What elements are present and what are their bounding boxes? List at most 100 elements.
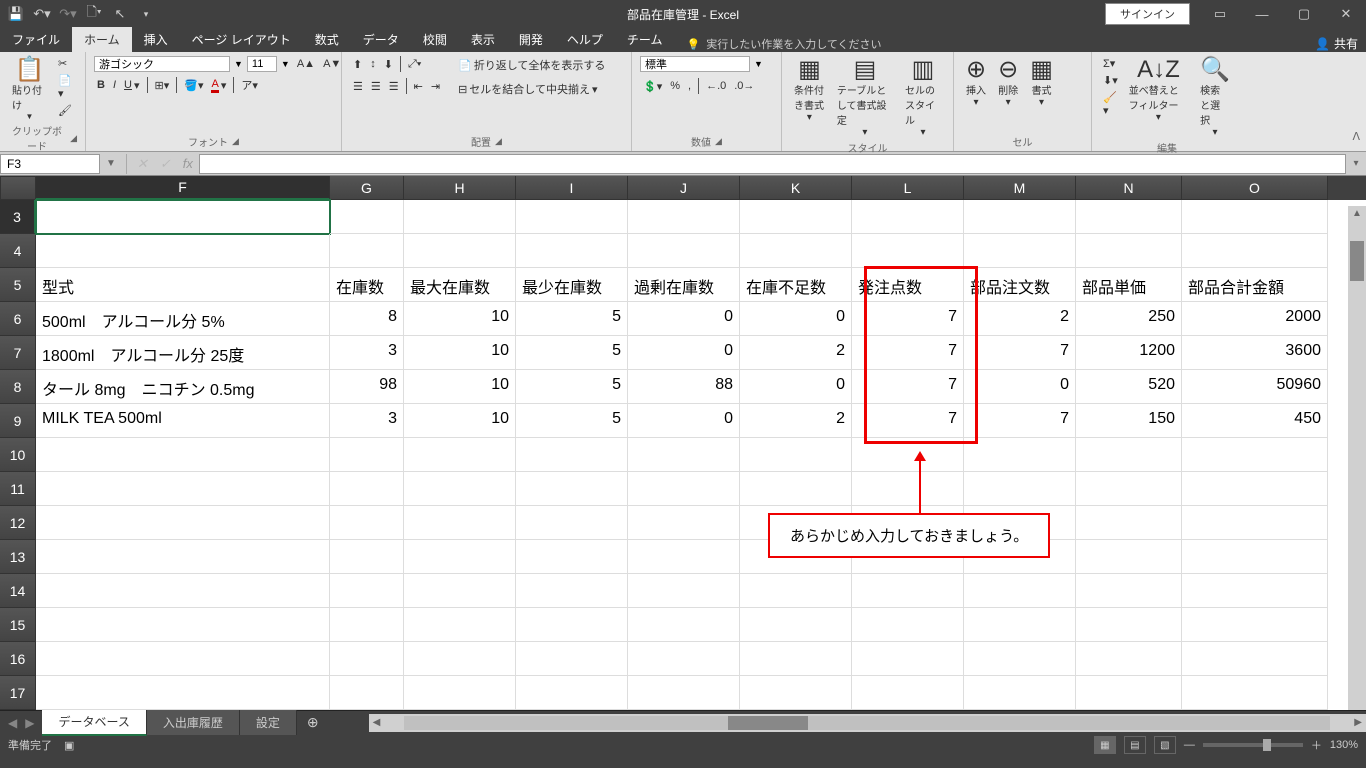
decrease-indent-icon[interactable]: ⇤	[411, 79, 426, 94]
cell-M16[interactable]	[964, 642, 1076, 676]
cell-O11[interactable]	[1182, 472, 1328, 506]
cell-M17[interactable]	[964, 676, 1076, 710]
undo-icon[interactable]: ↶▾	[30, 2, 54, 26]
cell-I15[interactable]	[516, 608, 628, 642]
font-color-icon[interactable]: A▾	[208, 77, 229, 94]
cell-G10[interactable]	[330, 438, 404, 472]
expand-formula-bar-icon[interactable]: ▾	[1346, 158, 1366, 169]
row-header-5[interactable]: 5	[0, 268, 36, 302]
cell-J4[interactable]	[628, 234, 740, 268]
cell-G6[interactable]: 8	[330, 302, 404, 336]
cell-G11[interactable]	[330, 472, 404, 506]
cell-O12[interactable]	[1182, 506, 1328, 540]
increase-decimal-icon[interactable]: ←.0	[703, 79, 729, 93]
cell-L9[interactable]: 7	[852, 404, 964, 438]
share-button[interactable]: 👤 共有	[1315, 35, 1358, 52]
cell-I13[interactable]	[516, 540, 628, 574]
cell-F10[interactable]	[36, 438, 330, 472]
orientation-icon[interactable]: ⤢▾	[405, 57, 424, 72]
cell-J15[interactable]	[628, 608, 740, 642]
cell-J8[interactable]: 88	[628, 370, 740, 404]
cell-H14[interactable]	[404, 574, 516, 608]
cell-M15[interactable]	[964, 608, 1076, 642]
cell-F9[interactable]: MILK TEA 500ml	[36, 404, 330, 438]
percent-icon[interactable]: %	[667, 79, 683, 93]
cell-J6[interactable]: 0	[628, 302, 740, 336]
cell-I11[interactable]	[516, 472, 628, 506]
zoom-level[interactable]: 130%	[1330, 739, 1358, 751]
row-header-13[interactable]: 13	[0, 540, 36, 574]
cell-L17[interactable]	[852, 676, 964, 710]
cell-J14[interactable]	[628, 574, 740, 608]
cell-F4[interactable]	[36, 234, 330, 268]
signin-button[interactable]: サインイン	[1105, 3, 1190, 25]
row-header-11[interactable]: 11	[0, 472, 36, 506]
cell-G17[interactable]	[330, 676, 404, 710]
cell-M6[interactable]: 2	[964, 302, 1076, 336]
cell-H7[interactable]: 10	[404, 336, 516, 370]
row-header-17[interactable]: 17	[0, 676, 36, 710]
cell-H5[interactable]: 最大在庫数	[404, 268, 516, 302]
zoom-slider[interactable]	[1203, 743, 1303, 747]
ribbon-options-icon[interactable]: ▭	[1200, 0, 1240, 28]
cell-J5[interactable]: 過剰在庫数	[628, 268, 740, 302]
cell-G5[interactable]: 在庫数	[330, 268, 404, 302]
cell-I10[interactable]	[516, 438, 628, 472]
row-header-8[interactable]: 8	[0, 370, 36, 404]
sheet-tab-history[interactable]: 入出庫履歴	[147, 710, 240, 735]
italic-button[interactable]: I	[110, 78, 119, 92]
cell-K8[interactable]: 0	[740, 370, 852, 404]
cell-H6[interactable]: 10	[404, 302, 516, 336]
cell-J13[interactable]	[628, 540, 740, 574]
cell-K14[interactable]	[740, 574, 852, 608]
cell-O6[interactable]: 2000	[1182, 302, 1328, 336]
column-header-G[interactable]: G	[330, 176, 404, 200]
view-page-break-icon[interactable]: ▧	[1154, 736, 1176, 754]
vertical-scrollbar[interactable]: ▲	[1348, 206, 1366, 710]
cell-O8[interactable]: 50960	[1182, 370, 1328, 404]
row-header-9[interactable]: 9	[0, 404, 36, 438]
conditional-format-button[interactable]: ▦条件付き書式▾	[790, 56, 829, 125]
cell-F3[interactable]	[36, 200, 330, 234]
cell-F13[interactable]	[36, 540, 330, 574]
cell-F12[interactable]	[36, 506, 330, 540]
cell-N13[interactable]	[1076, 540, 1182, 574]
font-size-input[interactable]	[247, 56, 277, 72]
horizontal-scroll-thumb[interactable]	[728, 716, 808, 730]
format-as-table-button[interactable]: ▤テーブルとして書式設定▾	[833, 56, 897, 140]
tab-page-layout[interactable]: ページ レイアウト	[180, 27, 303, 52]
cell-L4[interactable]	[852, 234, 964, 268]
close-icon[interactable]: ✕	[1326, 0, 1366, 28]
sort-filter-button[interactable]: A↓Z並べ替えとフィルター▾	[1125, 56, 1192, 125]
cell-F6[interactable]: 500ml アルコール分 5%	[36, 302, 330, 336]
macro-record-icon[interactable]: ▣	[64, 739, 74, 752]
cell-N9[interactable]: 150	[1076, 404, 1182, 438]
cell-H16[interactable]	[404, 642, 516, 676]
minimize-icon[interactable]: ―	[1242, 0, 1282, 28]
cell-I5[interactable]: 最少在庫数	[516, 268, 628, 302]
qat-customize-icon[interactable]: ▾	[134, 2, 158, 26]
cell-L7[interactable]: 7	[852, 336, 964, 370]
cell-K16[interactable]	[740, 642, 852, 676]
clear-icon[interactable]: 🧹▾	[1100, 90, 1121, 118]
cell-H13[interactable]	[404, 540, 516, 574]
format-painter-icon[interactable]: 🖌	[55, 103, 77, 118]
formula-bar-input[interactable]	[199, 154, 1346, 174]
cell-I4[interactable]	[516, 234, 628, 268]
phonetic-icon[interactable]: ア▾	[238, 76, 261, 94]
cell-N8[interactable]: 520	[1076, 370, 1182, 404]
cell-F16[interactable]	[36, 642, 330, 676]
column-header-H[interactable]: H	[404, 176, 516, 200]
wrap-text-button[interactable]: 📄 折り返して全体を表示する	[455, 56, 608, 74]
fx-icon[interactable]: fx	[177, 156, 199, 171]
tab-review[interactable]: 校閲	[411, 27, 459, 52]
row-header-12[interactable]: 12	[0, 506, 36, 540]
cell-L5[interactable]: 発注点数	[852, 268, 964, 302]
maximize-icon[interactable]: ▢	[1284, 0, 1324, 28]
cell-F15[interactable]	[36, 608, 330, 642]
cell-G16[interactable]	[330, 642, 404, 676]
column-header-I[interactable]: I	[516, 176, 628, 200]
tell-me-search[interactable]: 💡 実行したい作業を入力してください	[675, 36, 894, 52]
insert-cells-button[interactable]: ⊕挿入▾	[962, 56, 990, 110]
cell-J16[interactable]	[628, 642, 740, 676]
